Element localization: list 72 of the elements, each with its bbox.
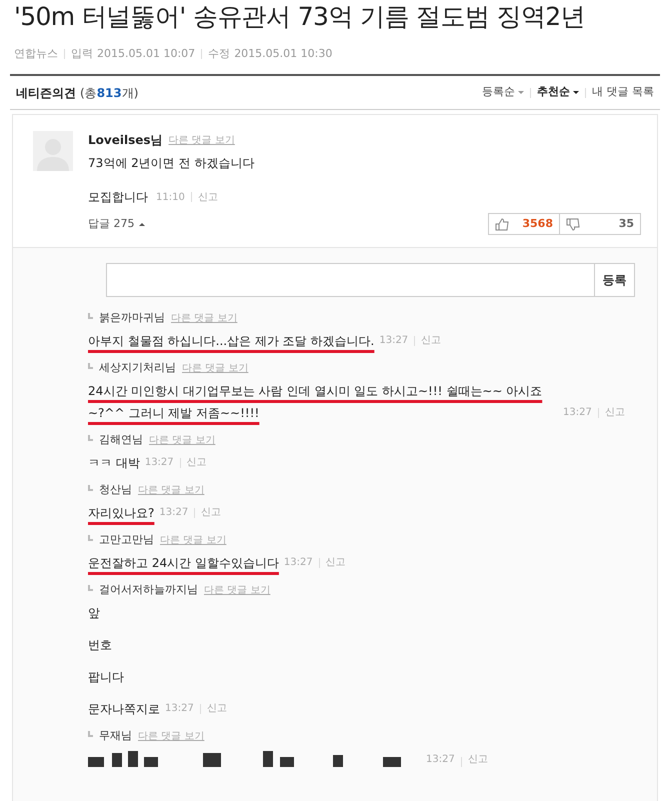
replies-toggle[interactable]: 답글 275 <box>88 216 144 232</box>
reply-text: 문자나쪽지로 <box>88 701 160 718</box>
reply-text: 아부지 철물점 하십니다...삽은 제가 조달 하겠습니다. <box>88 333 374 350</box>
comment-count: (총813개) <box>80 84 138 102</box>
reply-author: 청산님 <box>99 482 132 498</box>
other-comments-link[interactable]: 다른 댓글 보기 <box>204 582 270 598</box>
reply-time: 13:27 <box>165 702 194 716</box>
dislike-button[interactable]: 35 <box>560 213 641 235</box>
comment-time: 11:10 <box>156 190 185 204</box>
avatar-icon <box>33 131 73 171</box>
reply-time: 13:27 <box>563 406 592 420</box>
report-link[interactable]: 신고 <box>201 502 222 524</box>
reply-text: 운전잘하고 24시간 일할수있습니다 <box>88 555 279 572</box>
reply-text: ㅋㅋ 대박 <box>88 455 140 472</box>
reply-indent-icon <box>88 485 93 491</box>
reply-time: 13:27 <box>144 456 174 470</box>
article-title: '50m 터널뚫어' 송유관서 73억 기름 절도범 징역2년 <box>13 1 586 32</box>
report-link[interactable]: 신고 <box>186 452 207 474</box>
reply-author: 무재님 <box>99 728 132 744</box>
report-link[interactable]: 신고 <box>206 698 227 720</box>
reply-indent-icon <box>88 435 93 441</box>
reply-indent-icon <box>88 313 93 319</box>
input-label: 입력 <box>71 46 93 62</box>
reply-author: 고만고만님 <box>99 532 154 548</box>
register-button[interactable]: 등록 <box>595 263 635 297</box>
reply-time: 13:27 <box>159 506 188 520</box>
report-link[interactable]: 신고 <box>421 330 442 352</box>
input-time: 2015.05.01 10:07 <box>97 46 196 62</box>
other-comments-link[interactable]: 다른 댓글 보기 <box>171 310 238 326</box>
thumbs-up-icon <box>495 218 509 230</box>
reply-author: 김해연님 <box>99 432 143 448</box>
reply-text: 번호 <box>88 637 112 654</box>
reply-indent-icon <box>88 585 93 591</box>
my-comments-link[interactable]: 내 댓글 목록 <box>592 84 654 101</box>
comment-author: Loveilses님 <box>88 132 163 149</box>
reply-author: 걸어서저하늘까지님 <box>99 582 198 598</box>
other-comments-link[interactable]: 다른 댓글 보기 <box>138 728 204 744</box>
reply-time: 13:27 <box>379 334 408 348</box>
report-link[interactable]: 신고 <box>198 190 218 204</box>
comment-text: 모집합니다 <box>88 189 148 206</box>
reply-text: 자리있나요? <box>88 505 154 522</box>
other-comments-link[interactable]: 다른 댓글 보기 <box>168 132 235 148</box>
edit-time: 2015.05.01 10:30 <box>234 46 332 62</box>
reply-text: 앞 <box>88 605 100 622</box>
other-comments-link[interactable]: 다른 댓글 보기 <box>138 482 204 498</box>
reply-text: 24시간 미인항시 대기업무보는 사람 인데 열시미 일도 하시고~!!! 쉴때는~~ 아시죠~?^^ 그러니 제발 저좀~~!!!! <box>88 383 544 422</box>
news-source: 연합뉴스 <box>14 46 58 62</box>
edit-label: 수정 <box>208 46 230 62</box>
reply-time: 13:27 <box>426 753 455 767</box>
reply-author: 붉은까마귀님 <box>99 310 165 326</box>
reply-text: 팝니다 <box>88 669 124 686</box>
thumbs-down-icon <box>566 218 580 230</box>
reply-indent-icon <box>88 363 93 369</box>
like-button[interactable]: 3568 <box>488 213 560 235</box>
reply-indent-icon <box>88 535 93 541</box>
sort-tab[interactable]: 추천순 <box>537 84 579 101</box>
caret-icon <box>138 222 144 226</box>
section-title: 네티즌의견 <box>16 84 76 102</box>
other-comments-link[interactable]: 다른 댓글 보기 <box>149 432 216 448</box>
comment-text: 73억에 2년이면 전 하겠습니다 <box>88 155 254 172</box>
report-link[interactable]: 신고 <box>468 752 488 767</box>
reply-author: 세상지기처리님 <box>99 360 176 376</box>
caret-icon <box>573 91 579 94</box>
reply-time: 13:27 <box>284 556 313 570</box>
reply-indent-icon <box>88 731 93 737</box>
report-link[interactable]: 신고 <box>326 552 346 574</box>
caret-icon <box>518 91 524 94</box>
report-link[interactable]: 신고 <box>604 402 625 424</box>
sort-tab[interactable]: 등록순 <box>482 84 524 101</box>
other-comments-link[interactable]: 다른 댓글 보기 <box>160 532 226 548</box>
other-comments-link[interactable]: 다른 댓글 보기 <box>182 360 248 376</box>
reply-input-field[interactable] <box>106 263 595 297</box>
